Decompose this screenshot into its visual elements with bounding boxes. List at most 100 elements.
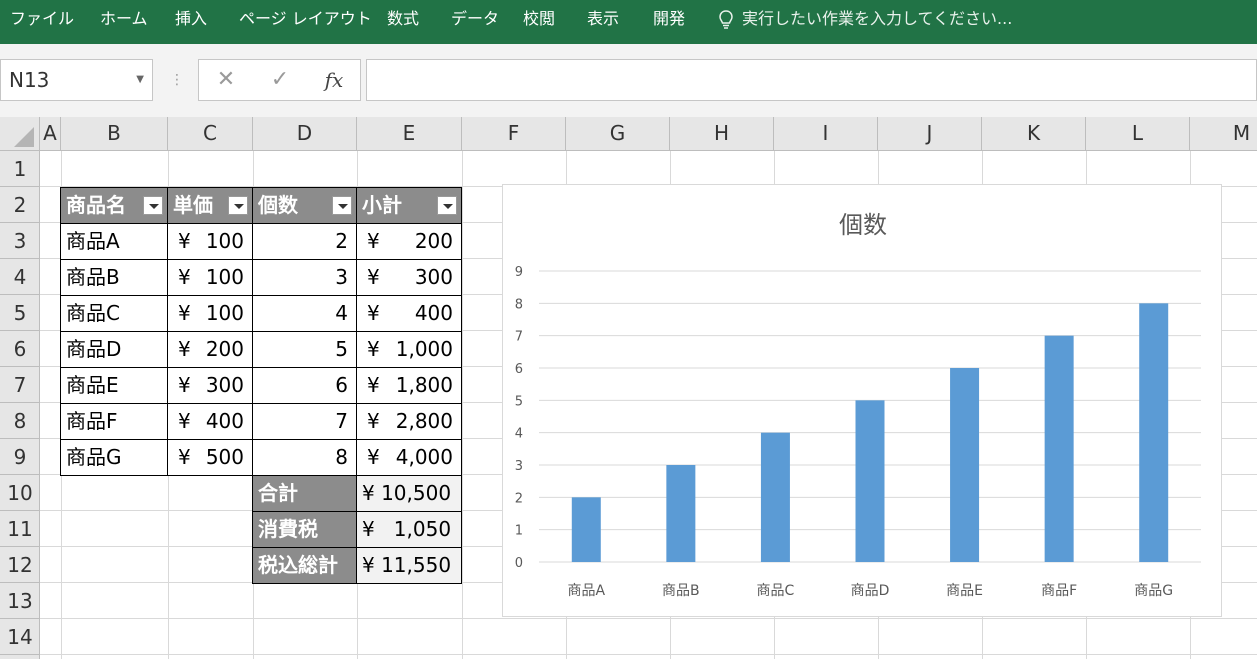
cancel-icon[interactable]: ✕ [206, 60, 246, 100]
tax-value-cell[interactable]: ¥ 1,050 [356, 511, 462, 548]
subtotal-cell[interactable]: ¥300 [356, 259, 462, 296]
quantity-cell[interactable]: 5 [252, 331, 357, 368]
grand-total-value-cell[interactable]: ¥ 11,550 [356, 547, 462, 584]
header-cell-price[interactable]: 単価 [167, 187, 253, 224]
column-header[interactable]: J [878, 117, 982, 151]
chart-bar[interactable] [950, 368, 980, 562]
subtotal-cell[interactable]: ¥4,000 [356, 439, 462, 476]
subtotal-cell[interactable]: ¥200 [356, 223, 462, 260]
quantity-cell[interactable]: 3 [252, 259, 357, 296]
quantity-cell[interactable]: 6 [252, 367, 357, 404]
column-header[interactable]: F [462, 117, 566, 151]
product-name-cell[interactable]: 商品A [60, 223, 168, 260]
currency-symbol: ¥ [367, 337, 380, 361]
chart-bar[interactable] [1044, 335, 1074, 562]
chart-bar[interactable] [571, 497, 601, 562]
row-header[interactable]: 14 [0, 619, 40, 655]
unit-price-cell[interactable]: ¥400 [167, 403, 253, 440]
subtotal-cell[interactable]: ¥1,800 [356, 367, 462, 404]
select-all-corner[interactable] [0, 117, 40, 151]
formula-bar-grip[interactable]: ⋮ [170, 72, 184, 90]
column-header[interactable]: L [1086, 117, 1190, 151]
chart-bar[interactable] [666, 465, 696, 562]
chevron-down-icon[interactable]: ▼ [136, 60, 144, 100]
row-header[interactable]: 1 [0, 151, 40, 187]
column-header[interactable]: G [566, 117, 670, 151]
unit-price-cell[interactable]: ¥100 [167, 223, 253, 260]
x-tick-label: 商品B [662, 583, 700, 599]
tab-formulas[interactable]: 数式 [387, 0, 419, 40]
unit-price-cell[interactable]: ¥100 [167, 259, 253, 296]
tab-home[interactable]: ホーム [100, 0, 148, 40]
column-header[interactable]: B [61, 117, 168, 151]
chart-bar[interactable] [1139, 303, 1169, 562]
header-cell-qty[interactable]: 個数 [252, 187, 357, 224]
filter-dropdown-icon[interactable] [332, 196, 352, 215]
row-header[interactable]: 2 [0, 187, 40, 223]
column-header[interactable]: E [357, 117, 462, 151]
unit-price-value: 100 [205, 301, 244, 325]
insert-function-icon[interactable]: fx [314, 60, 354, 100]
quantity-bar-chart[interactable]: 個数 0 1 2 3 4 5 6 7 8 9 商品A 商品B 商品C 商品D 商品E 商品F 商品G [502, 184, 1222, 617]
total-value-cell[interactable]: ¥ 10,500 [356, 475, 462, 512]
row-header[interactable]: 9 [0, 439, 40, 475]
enter-icon[interactable]: ✓ [260, 60, 300, 100]
chart-bar[interactable] [760, 432, 790, 562]
total-label-cell[interactable]: 合計 [252, 475, 357, 512]
product-name-cell[interactable]: 商品B [60, 259, 168, 296]
subtotal-cell[interactable]: ¥2,800 [356, 403, 462, 440]
quantity-cell[interactable]: 2 [252, 223, 357, 260]
quantity-cell[interactable]: 4 [252, 295, 357, 332]
filter-dropdown-icon[interactable] [437, 196, 457, 215]
product-name-cell[interactable]: 商品D [60, 331, 168, 368]
header-cell-name[interactable]: 商品名 [60, 187, 168, 224]
column-header[interactable]: H [670, 117, 774, 151]
row-header[interactable]: 5 [0, 295, 40, 331]
chart-bar[interactable] [855, 400, 885, 562]
unit-price-cell[interactable]: ¥100 [167, 295, 253, 332]
row-header[interactable]: 3 [0, 223, 40, 259]
unit-price-cell[interactable]: ¥500 [167, 439, 253, 476]
header-cell-subtotal[interactable]: 小計 [356, 187, 462, 224]
unit-price-cell[interactable]: ¥200 [167, 331, 253, 368]
tab-view[interactable]: 表示 [587, 0, 619, 40]
row-header[interactable]: 12 [0, 547, 40, 583]
column-header[interactable]: D [253, 117, 357, 151]
chart-title[interactable]: 個数 [839, 211, 887, 239]
name-box-value: N13 [9, 68, 50, 92]
tax-label-cell[interactable]: 消費税 [252, 511, 357, 548]
tab-review[interactable]: 校閲 [523, 0, 555, 40]
row-header[interactable]: 10 [0, 475, 40, 511]
row-header[interactable]: 6 [0, 331, 40, 367]
formula-input[interactable] [366, 59, 1257, 101]
quantity-value: 2 [335, 229, 348, 253]
column-header[interactable]: I [774, 117, 878, 151]
tab-data[interactable]: データ [451, 0, 499, 40]
filter-dropdown-icon[interactable] [143, 196, 163, 215]
row-header[interactable]: 7 [0, 367, 40, 403]
quantity-cell[interactable]: 8 [252, 439, 357, 476]
tab-page-layout[interactable]: ページ レイアウト [239, 0, 372, 40]
column-header[interactable]: K [982, 117, 1086, 151]
name-box[interactable]: N13 ▼ [0, 59, 153, 101]
row-header[interactable]: 13 [0, 583, 40, 619]
tab-insert[interactable]: 挿入 [175, 0, 207, 40]
row-header[interactable]: 11 [0, 511, 40, 547]
product-name-cell[interactable]: 商品E [60, 367, 168, 404]
grand-total-label-cell[interactable]: 税込総計 [252, 547, 357, 584]
column-header[interactable]: C [168, 117, 253, 151]
product-name-cell[interactable]: 商品F [60, 403, 168, 440]
product-name-cell[interactable]: 商品G [60, 439, 168, 476]
subtotal-cell[interactable]: ¥1,000 [356, 331, 462, 368]
column-header[interactable]: A [40, 117, 61, 151]
quantity-cell[interactable]: 7 [252, 403, 357, 440]
row-header[interactable]: 8 [0, 403, 40, 439]
subtotal-cell[interactable]: ¥400 [356, 295, 462, 332]
product-name-cell[interactable]: 商品C [60, 295, 168, 332]
row-header[interactable]: 4 [0, 259, 40, 295]
tab-developer[interactable]: 開発 [653, 0, 685, 40]
tab-file[interactable]: ファイル [10, 0, 74, 40]
filter-dropdown-icon[interactable] [228, 196, 248, 215]
unit-price-cell[interactable]: ¥300 [167, 367, 253, 404]
column-header[interactable]: M [1190, 117, 1257, 151]
